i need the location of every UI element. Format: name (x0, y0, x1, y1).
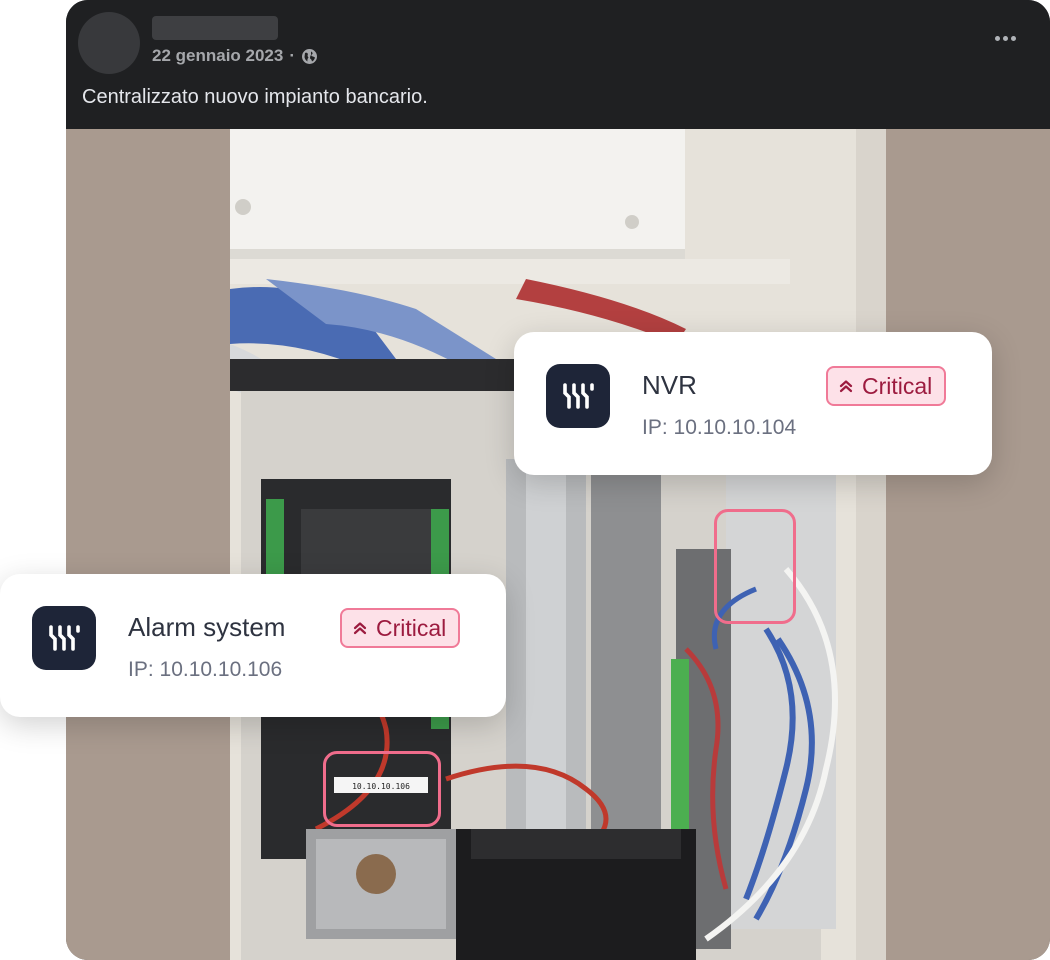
badge-label: Critical (862, 372, 933, 399)
alarm-highlight (323, 751, 441, 827)
more-options-button[interactable] (990, 26, 1020, 50)
device-ip: IP: 10.10.10.104 (642, 416, 797, 439)
device-title: NVR (642, 370, 697, 400)
chevrons-up-icon (353, 622, 367, 635)
device-logo-icon (32, 606, 96, 670)
author-name-redacted[interactable] (152, 16, 278, 40)
critical-badge: Critical (340, 608, 461, 648)
globe-icon (301, 48, 318, 65)
device-logo-icon (546, 364, 610, 428)
badge-label: Critical (376, 614, 447, 641)
post-header: 22 gennaio 2023 · Centralizzato nuovo im… (66, 0, 1050, 129)
device-title: Alarm system (128, 612, 286, 642)
nvr-card[interactable]: NVR IP: 10.10.10.104 Critical (514, 332, 992, 475)
critical-badge: Critical (826, 366, 947, 406)
post-date[interactable]: 22 gennaio 2023 (152, 46, 283, 66)
nvr-highlight (714, 509, 796, 624)
social-post: 22 gennaio 2023 · Centralizzato nuovo im… (66, 0, 1050, 960)
avatar[interactable] (78, 12, 140, 74)
alarm-system-card[interactable]: Alarm system IP: 10.10.10.106 Critical (0, 574, 506, 717)
more-horizontal-icon (994, 35, 1000, 41)
chevrons-up-icon (839, 380, 853, 393)
post-photo[interactable]: 10.10.10.106 (66, 129, 1050, 960)
post-text: Centralizzato nuovo impianto bancario. (82, 86, 428, 108)
meta-separator: · (289, 46, 296, 65)
device-ip: IP: 10.10.10.106 (128, 658, 283, 681)
post-meta: 22 gennaio 2023 · (152, 46, 318, 66)
